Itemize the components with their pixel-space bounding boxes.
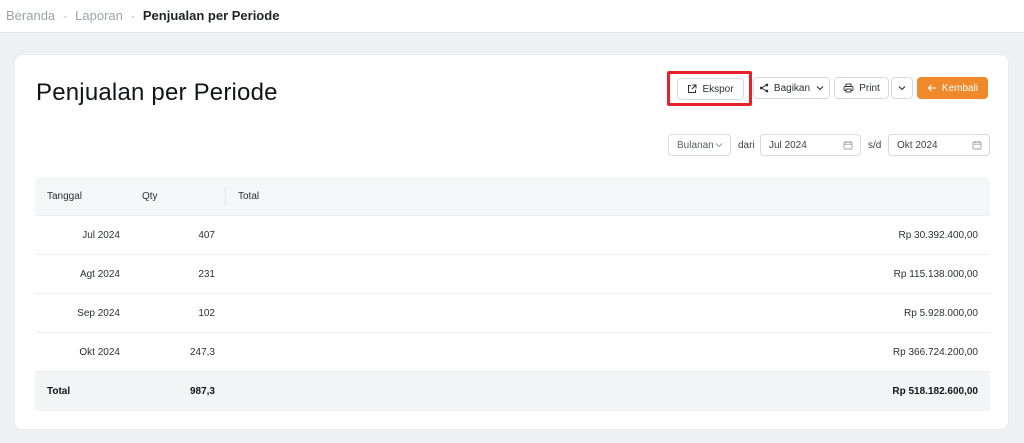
cell-date: Okt 2024 (79, 347, 120, 358)
table-row: Jul 2024 407 Rp 30.392.400,00 (35, 216, 990, 255)
chevron-down-icon (898, 85, 906, 91)
cell-total: Rp 115.138.000,00 (893, 269, 978, 280)
cell-total: Rp 366.724.200,00 (892, 347, 978, 358)
cell-qty: 231 (198, 269, 215, 280)
page-title: Penjualan per Periode (36, 79, 278, 106)
period-select[interactable]: Bulanan (668, 134, 731, 156)
breadcrumb: Beranda - Laporan - Penjualan per Period… (6, 8, 279, 23)
print-dropdown-button[interactable] (891, 77, 913, 99)
cell-date: Agt 2024 (79, 269, 120, 280)
to-date-value: Okt 2024 (897, 139, 938, 151)
share-label: Bagikan (773, 82, 811, 94)
breadcrumb-current: Penjualan per Periode (142, 8, 280, 23)
table-footer: Total 987,3 Rp 518.182.600,00 (35, 372, 990, 411)
breadcrumb-laporan[interactable]: Laporan (75, 8, 123, 23)
column-header-qty[interactable]: Qty (142, 191, 158, 202)
print-button[interactable]: Print (834, 77, 889, 99)
table-row: Agt 2024 231 Rp 115.138.000,00 (35, 255, 990, 294)
breadcrumb-separator: - (130, 8, 135, 23)
cell-qty: 102 (198, 308, 215, 319)
calendar-icon (972, 140, 982, 150)
cell-date: Sep 2024 (77, 308, 120, 319)
external-link-icon (687, 84, 697, 94)
table-header: Tanggal Qty Total (35, 177, 990, 216)
footer-qty: 987,3 (189, 386, 215, 397)
table-row: Okt 2024 247,3 Rp 366.724.200,00 (35, 333, 990, 372)
cell-date: Jul 2024 (82, 230, 120, 241)
column-header-total[interactable]: Total (238, 191, 259, 202)
export-button[interactable]: Ekspor (677, 78, 744, 100)
table-row: Sep 2024 102 Rp 5.928.000,00 (35, 294, 990, 333)
share-icon (759, 83, 769, 93)
share-button[interactable]: Bagikan (753, 77, 830, 99)
chevron-down-icon (816, 85, 824, 91)
column-divider (225, 187, 226, 206)
top-bar: Beranda - Laporan - Penjualan per Period… (0, 0, 1024, 33)
calendar-icon (843, 140, 853, 150)
cell-total: Rp 30.392.400,00 (898, 230, 978, 241)
export-label: Ekspor (702, 83, 734, 95)
breadcrumb-separator: - (63, 8, 68, 23)
column-header-tanggal[interactable]: Tanggal (47, 191, 82, 202)
cell-qty: 247,3 (189, 347, 215, 358)
sales-table: Tanggal Qty Total Jul 2024 407 Rp 30.392… (35, 177, 990, 411)
report-card: Penjualan per Periode Ekspor Bagikan Pri… (14, 54, 1009, 430)
to-date-input[interactable]: Okt 2024 (888, 134, 990, 156)
to-label: s/d (868, 140, 882, 151)
from-label: dari (738, 140, 755, 151)
cell-total: Rp 5.928.000,00 (904, 308, 978, 319)
chevron-down-icon (715, 142, 723, 148)
arrow-left-icon (927, 84, 937, 92)
print-label: Print (859, 82, 880, 94)
back-label: Kembali (941, 82, 979, 94)
breadcrumb-beranda[interactable]: Beranda (6, 8, 55, 23)
footer-label: Total (47, 386, 71, 397)
from-date-input[interactable]: Jul 2024 (760, 134, 861, 156)
from-date-value: Jul 2024 (769, 139, 807, 151)
footer-total: Rp 518.182.600,00 (892, 386, 978, 397)
back-button[interactable]: Kembali (917, 77, 988, 99)
cell-qty: 407 (198, 230, 215, 241)
period-select-value: Bulanan (677, 139, 714, 151)
printer-icon (843, 83, 854, 93)
